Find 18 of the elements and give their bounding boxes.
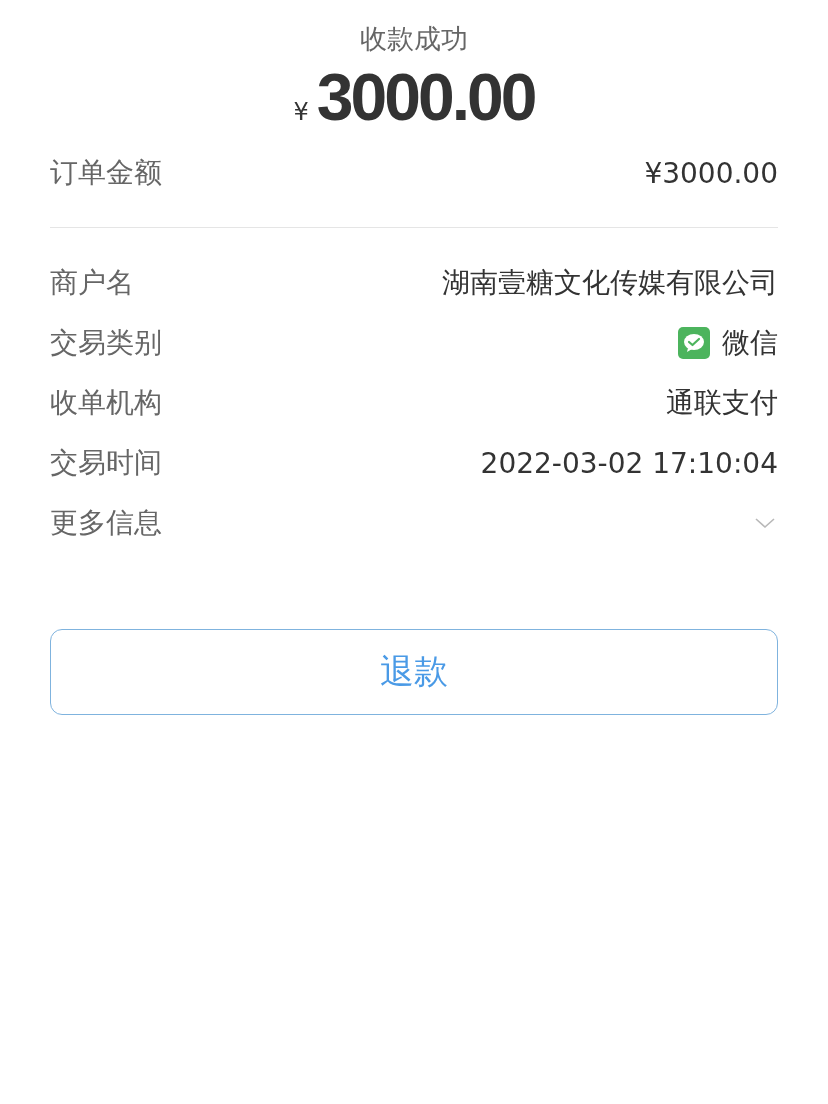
row-value: 通联支付 bbox=[666, 385, 778, 421]
status-title: 收款成功 bbox=[360, 22, 468, 56]
row-value: ¥3000.00 bbox=[644, 156, 778, 190]
row-label: 更多信息 bbox=[50, 505, 162, 541]
row-label: 收单机构 bbox=[50, 385, 162, 421]
row-value: 微信 bbox=[722, 325, 778, 361]
row-label: 订单金额 bbox=[50, 155, 162, 191]
chevron-icon bbox=[754, 516, 776, 530]
amount-value: 3000.00 bbox=[316, 62, 535, 132]
row-label: 交易时间 bbox=[50, 445, 162, 481]
refund-button[interactable]: 退款 bbox=[50, 629, 778, 715]
row-label: 商户名 bbox=[50, 265, 134, 301]
chat-bubble-icon bbox=[678, 327, 710, 359]
row-value: 湖南壹糖文化传媒有限公司 bbox=[442, 265, 778, 301]
row-value: 2022-03-02 17:10:04 bbox=[480, 446, 778, 480]
more-info-row[interactable]: 更多信息 bbox=[50, 493, 778, 553]
row-label: 交易类别 bbox=[50, 325, 162, 361]
currency-symbol: ¥ bbox=[293, 98, 309, 126]
